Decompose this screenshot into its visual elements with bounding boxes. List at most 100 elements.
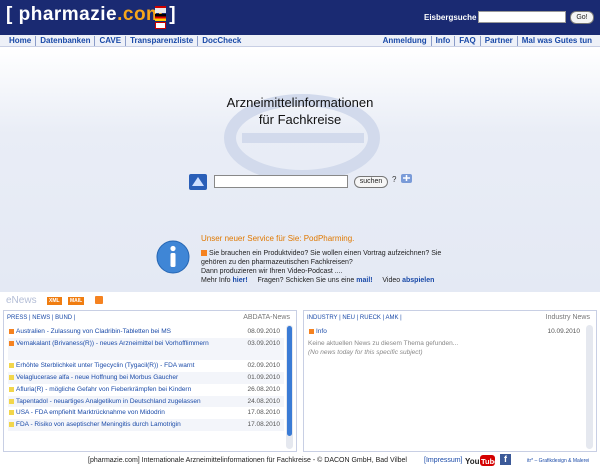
item-date: 24.08.2010 — [247, 397, 280, 405]
suchen-button[interactable]: suchen — [354, 176, 388, 188]
panel-tabs[interactable]: PRESS | NEWS | BUND | — [7, 315, 75, 321]
item-date: 26.08.2010 — [247, 385, 280, 393]
rss-icon — [9, 340, 14, 346]
hero-title-line2: für Fachkreise — [258, 112, 342, 127]
rss-icon[interactable] — [95, 296, 103, 304]
list-item[interactable]: Velaglucerase alfa - neue Hoffnung bei M… — [8, 371, 284, 384]
promo-question: Fragen? Schicken Sie uns eine — [257, 277, 355, 284]
item-title[interactable]: Australien - Zulassung von Cladribin-Tab… — [16, 326, 221, 337]
item-title[interactable]: Velaglucerase alfa - neue Hoffnung bei M… — [16, 372, 221, 383]
item-title[interactable]: USA - FDA empfiehlt Marktrücknahme von M… — [16, 407, 221, 418]
list-item[interactable]: Info 10.09.2010 — [308, 326, 584, 337]
empty-message: Keine aktuellen News zu diesem Thema gef… — [308, 339, 458, 357]
list-item[interactable]: USA - FDA empfiehlt Marktrücknahme von M… — [8, 407, 284, 419]
help-link[interactable]: ? — [392, 175, 396, 184]
list-item[interactable]: Erhöhte Sterblichkeit unter Tigecyclin (… — [8, 360, 284, 372]
item-date: 03.09.2010 — [247, 339, 280, 347]
scrollbar-thumb[interactable] — [287, 326, 292, 436]
item-title[interactable]: Vernakalant (Brivaness(R)) - neues Arzne… — [16, 339, 221, 348]
logo-name: pharmazie — [18, 4, 118, 25]
svg-text:Tube: Tube — [481, 457, 495, 466]
panel-source: Industry News — [545, 314, 590, 321]
item-date: 17.08.2010 — [247, 421, 280, 429]
eisberg-search-input[interactable] — [478, 11, 566, 23]
bullet-icon — [9, 374, 14, 380]
svg-text:You: You — [465, 457, 480, 466]
language-flags-icon[interactable] — [155, 6, 166, 29]
promo-mail-link[interactable]: mail! — [356, 277, 372, 284]
bullet-icon — [9, 398, 14, 404]
nav-left: Home Datenbanken CAVE Transparenzliste D… — [5, 36, 245, 46]
promo-video-link[interactable]: abspielen — [402, 277, 434, 284]
scrollbar[interactable] — [286, 325, 293, 449]
facebook-icon[interactable]: f — [500, 454, 511, 465]
logo-bracket-close: ] — [169, 4, 177, 25]
nav-doccheck[interactable]: DocCheck — [198, 36, 245, 46]
panel-tabs[interactable]: INDUSTRY | NEU | RUECK | AMK | — [307, 315, 402, 321]
eisberg-go-button[interactable]: Go! — [570, 11, 594, 24]
footer: [pharmazie.com] Internationale Arzneimit… — [0, 452, 600, 468]
nav-bar: Home Datenbanken CAVE Transparenzliste D… — [0, 35, 600, 47]
item-date: 01.09.2010 — [247, 373, 280, 381]
nav-cave[interactable]: CAVE — [95, 36, 127, 46]
settings-tool-icon[interactable] — [401, 173, 412, 184]
list-item[interactable]: Tapentadol - neuartiges Analgetikum in D… — [8, 395, 284, 408]
scrollbar[interactable] — [586, 325, 593, 449]
enews-label: eNews — [6, 295, 37, 306]
item-title[interactable]: Erhöhte Sterblichkeit unter Tigecyclin (… — [16, 360, 221, 371]
empty-message-en: (No news today for this specific subject… — [308, 349, 423, 356]
list-item[interactable]: FDA - Risiko von aseptischer Meningitis … — [8, 419, 284, 432]
bullet-icon — [9, 422, 14, 428]
nav-faq[interactable]: FAQ — [455, 36, 481, 46]
info-circle-icon — [156, 240, 190, 274]
panel-header: INDUSTRY | NEU | RUECK | AMK | Industry … — [304, 311, 596, 323]
promo-video-label: Video — [382, 277, 401, 284]
item-title[interactable]: Afluria(R) - mögliche Gefahr von Fieberk… — [16, 384, 221, 395]
rss-icon — [201, 250, 207, 257]
item-date: 02.09.2010 — [247, 361, 280, 369]
hero-title: Arzneimittelinformationen für Fachkreise — [200, 94, 400, 128]
site-logo[interactable]: [ pharmazie.com ] — [6, 4, 176, 26]
rss-icon — [309, 329, 314, 334]
panel-source: ABDATA-News — [243, 314, 290, 321]
eisberg-search-label: Eisbergsuche ® — [424, 13, 485, 22]
nav-anmeldung[interactable]: Anmeldung — [379, 36, 432, 46]
credit-link[interactable]: itr* – Grafikdesign & Malerei — [527, 458, 589, 464]
item-date: 10.09.2010 — [547, 328, 580, 335]
youtube-icon[interactable]: You Tube — [465, 455, 495, 466]
promo-more-link[interactable]: hier! — [233, 277, 248, 284]
nav-mal-was-gutes-tun[interactable]: Mal was Gutes tun — [518, 36, 596, 46]
nav-datenbanken[interactable]: Datenbanken — [36, 36, 96, 46]
list-item[interactable]: Australien - Zulassung von Cladribin-Tab… — [8, 326, 284, 338]
news-list: Info 10.09.2010 — [308, 326, 584, 337]
nav-right: Anmeldung Info FAQ Partner Mal was Gutes… — [379, 36, 596, 46]
xml-feed-button[interactable]: XML — [47, 297, 62, 305]
promo-line2: Dann produzieren wir Ihren Video-Podcast… — [201, 268, 343, 275]
list-item[interactable]: Afluria(R) - mögliche Gefahr von Fieberk… — [8, 384, 284, 396]
nav-info[interactable]: Info — [432, 36, 456, 46]
bullet-icon — [9, 386, 14, 392]
mail-feed-button[interactable]: MAIL — [68, 297, 85, 305]
promo-text: Sie brauchen ein Produktvideo? Sie wolle… — [201, 249, 447, 287]
item-title[interactable]: Info — [316, 326, 521, 337]
list-item[interactable]: Vernakalant (Brivaness(R)) - neues Arzne… — [8, 337, 284, 360]
nav-home[interactable]: Home — [5, 36, 37, 46]
pyramid-search-icon — [189, 174, 207, 190]
empty-message-de: Keine aktuellen News zu diesem Thema gef… — [308, 340, 459, 347]
impressum-link[interactable]: [Impressum] — [424, 457, 463, 464]
footer-text: [pharmazie.com] Internationale Arzneimit… — [88, 457, 407, 464]
news-list: Australien - Zulassung von Cladribin-Tab… — [8, 326, 284, 432]
main-search-input[interactable] — [214, 175, 348, 188]
hero-section: Arzneimittelinformationen für Fachkreise… — [0, 48, 600, 292]
nav-partner[interactable]: Partner — [481, 36, 518, 46]
item-date: 08.09.2010 — [247, 328, 280, 335]
promo-more-label: Mehr Info — [201, 277, 231, 284]
item-title[interactable]: FDA - Risiko von aseptischer Meningitis … — [16, 419, 221, 430]
item-title[interactable]: Tapentadol - neuartiges Analgetikum in D… — [16, 396, 221, 407]
abdata-news-panel: PRESS | NEWS | BUND | ABDATA-News Austra… — [3, 310, 297, 452]
nav-transparenzliste[interactable]: Transparenzliste — [126, 36, 199, 46]
bullet-icon — [9, 410, 14, 416]
panel-header: PRESS | NEWS | BUND | ABDATA-News — [4, 311, 296, 323]
industry-news-panel: INDUSTRY | NEU | RUECK | AMK | Industry … — [303, 310, 597, 452]
bullet-icon — [9, 362, 14, 368]
